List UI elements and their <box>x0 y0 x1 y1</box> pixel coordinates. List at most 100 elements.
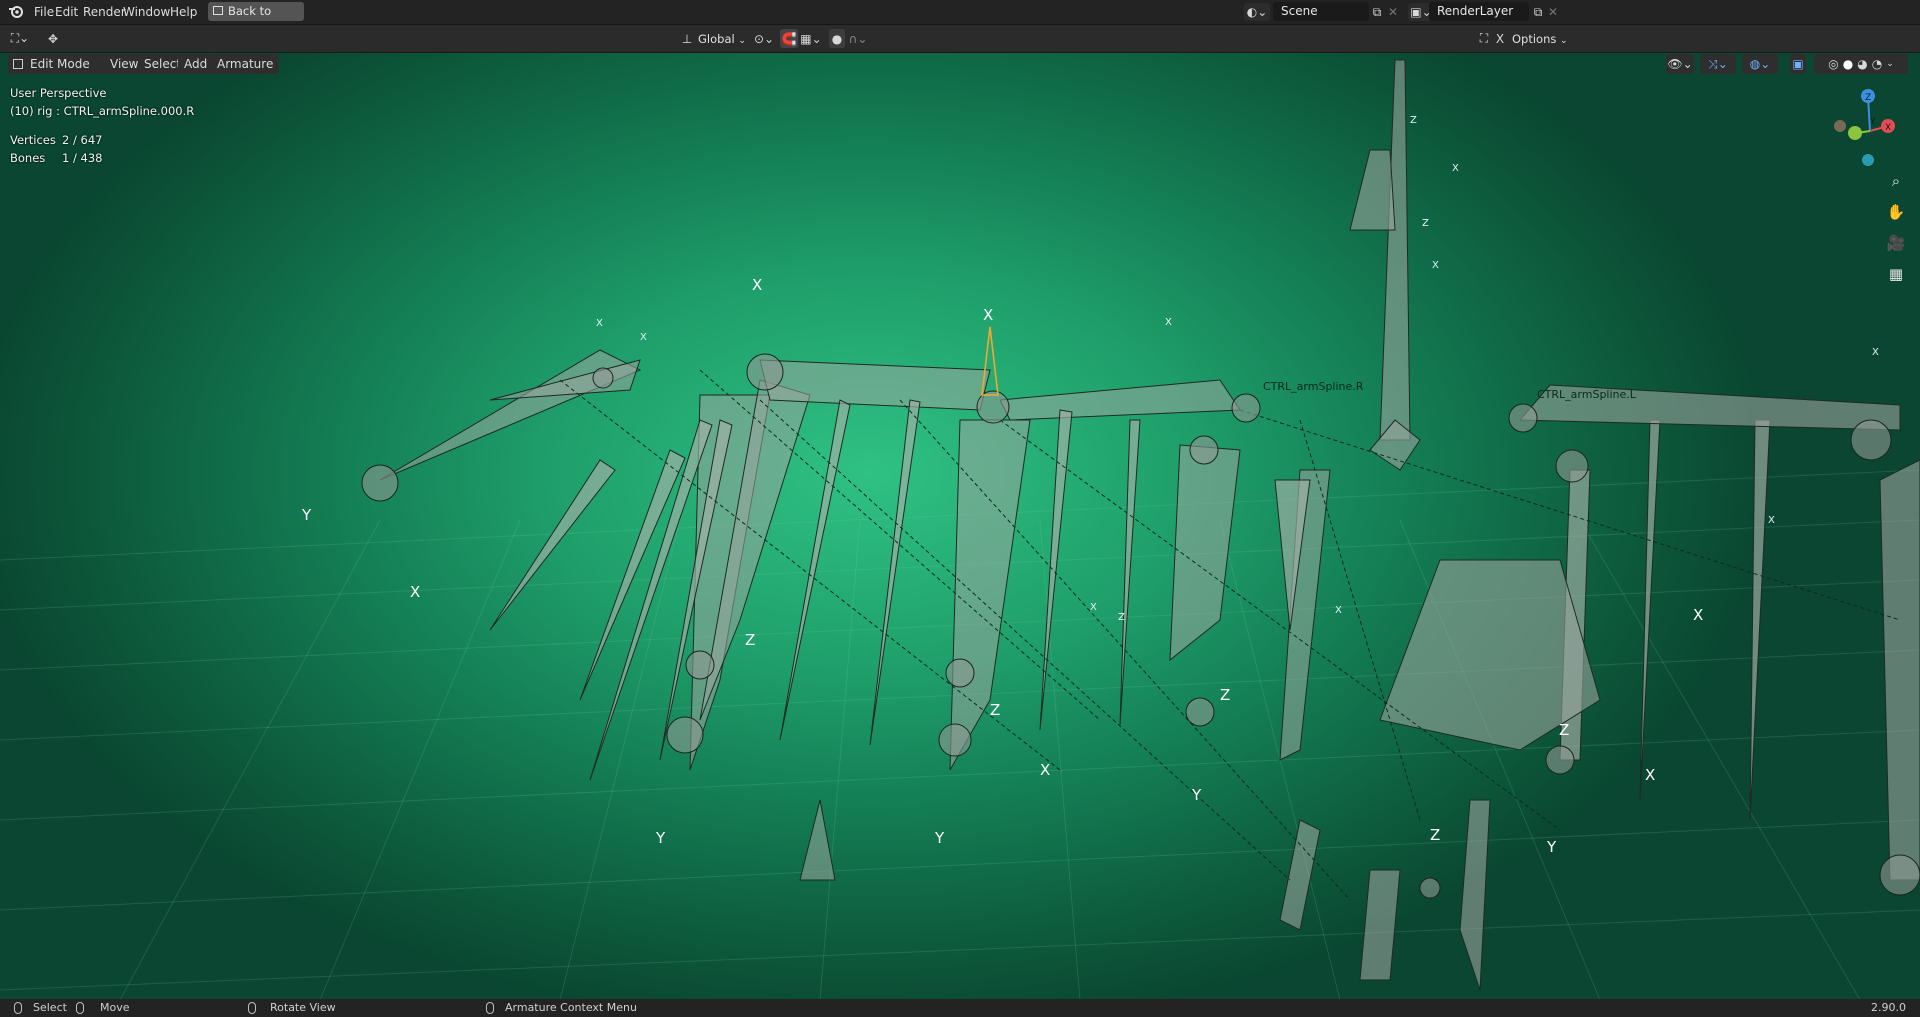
svg-text:Y: Y <box>655 829 666 847</box>
scene-close-icon[interactable]: ✕ <box>1386 3 1400 21</box>
armature-scene-canvas: YX XX YY YY ZZ ZZ XX XZ XXX ZXZ XXX XZX <box>0 59 1920 999</box>
menu-window[interactable]: Window <box>123 4 170 21</box>
snap-toggle-icon[interactable]: 🧲 <box>780 29 798 48</box>
screen-icon <box>213 6 223 15</box>
3d-viewport[interactable]: YX XX YY YY ZZ ZZ XX XZ XXX ZXZ XXX XZX … <box>0 53 1920 999</box>
mode-value: Edit Mode <box>30 57 90 71</box>
bone-name-label: CTRL_armSpline.L <box>1537 388 1636 401</box>
svg-text:Z: Z <box>1559 721 1569 739</box>
bone-joints <box>361 353 1920 899</box>
svg-text:X: X <box>1693 606 1703 624</box>
menu-edit[interactable]: Edit <box>55 4 78 21</box>
svg-text:X: X <box>1768 515 1775 526</box>
add-menu[interactable]: Add <box>178 54 214 74</box>
right-drag-mouse-icon <box>248 999 256 1017</box>
snap-target-icon[interactable]: ▦⌄ <box>798 29 824 48</box>
options-dropdown[interactable]: Options ⌄ <box>1512 30 1568 48</box>
back-to-previous-button[interactable]: Back to Previous <box>208 2 304 37</box>
svg-text:Y: Y <box>1546 838 1557 856</box>
middle-mouse-icon <box>76 999 84 1017</box>
ortho-grid-icon[interactable]: ▦ <box>1883 261 1909 287</box>
scene-duplicate-icon[interactable]: ⧉ <box>1369 3 1385 21</box>
svg-text:X: X <box>983 306 993 324</box>
material-shading-icon[interactable]: ◕ <box>1857 57 1867 71</box>
vertices-stat-value: 2 / 647 <box>62 133 103 147</box>
x-mirror-icon[interactable]: X <box>1493 29 1507 48</box>
svg-text:X: X <box>1165 317 1172 328</box>
gizmo-dropdown-icon[interactable]: ⤨⌄ <box>1700 54 1736 74</box>
transform-tool-icon[interactable]: ✥ <box>42 29 64 48</box>
options-label: Options <box>1512 32 1557 46</box>
menu-help[interactable]: Help <box>170 4 197 21</box>
left-mouse-icon <box>14 999 22 1017</box>
wireframe-shading-icon[interactable]: ◎ <box>1828 57 1838 71</box>
svg-text:X: X <box>1335 605 1342 616</box>
svg-text:X: X <box>1452 163 1459 174</box>
version-label: 2.90.0 <box>1871 1001 1906 1014</box>
svg-text:X: X <box>1872 347 1879 358</box>
mode-dropdown[interactable]: Edit Mode ⌄ <box>8 54 119 74</box>
axis-gizmo-icon: Z Y X <box>1834 89 1895 166</box>
menu-file[interactable]: File <box>34 4 54 21</box>
svg-text:Z: Z <box>1118 612 1125 623</box>
visibility-dropdown-icon[interactable]: 👁⌄ <box>1666 54 1694 74</box>
pan-hand-icon[interactable]: ✋ <box>1883 199 1909 225</box>
svg-text:X: X <box>410 583 420 601</box>
svg-text:X: X <box>752 276 762 294</box>
pivot-point-icon[interactable]: ⊙⌄ <box>752 29 776 48</box>
transform-orientation-value: Global <box>698 32 735 46</box>
svg-text:Z: Z <box>1865 93 1871 103</box>
edit-mode-icon <box>13 59 23 69</box>
bones-stat-label: Bones <box>10 151 46 165</box>
svg-text:Z: Z <box>990 701 1000 719</box>
camera-view-icon[interactable]: 🎥 <box>1883 230 1909 256</box>
proportional-falloff-icon[interactable]: ∩⌄ <box>846 29 870 48</box>
scene-name: Scene <box>1281 4 1318 18</box>
svg-text:Z: Z <box>1430 826 1440 844</box>
menu-render[interactable]: Render <box>83 4 126 21</box>
svg-text:Y: Y <box>934 829 945 847</box>
editor-type-button[interactable]: ⛶⌄ <box>6 29 34 48</box>
svg-text:X: X <box>1090 602 1097 613</box>
status-rotate-view: Rotate View <box>270 1001 336 1014</box>
scene-browse-button[interactable]: ◐⌄ <box>1244 3 1270 21</box>
active-object-label: (10) rig : CTRL_armSpline.000.R <box>10 104 195 118</box>
solid-shading-icon[interactable]: ● <box>1843 57 1853 71</box>
top-menu-bar: File Edit Render Window Help Back to Pre… <box>0 0 1920 37</box>
blender-logo-icon[interactable] <box>8 3 24 20</box>
svg-text:X: X <box>1645 766 1655 784</box>
chevron-down-icon: ⌄ <box>738 36 746 46</box>
svg-text:X: X <box>1040 761 1050 779</box>
svg-text:X: X <box>1432 260 1439 271</box>
navigation-gizmo[interactable]: Z Y X <box>1830 86 1910 166</box>
orientation-icon: ⊥ <box>681 31 693 46</box>
wing-bones-left <box>379 349 1331 881</box>
tool-settings-bar: ⛶⌄ ✥ ⊥ Global ⌄ ⊙⌄ 🧲 ▦⌄ ● ∩⌄ ⛶ X Options… <box>0 25 1920 53</box>
render-layer-name: RenderLayer <box>1437 4 1514 18</box>
svg-text:X: X <box>1885 123 1891 133</box>
svg-text:Y: Y <box>1191 786 1202 804</box>
viewport-perspective-label: User Perspective <box>10 86 107 100</box>
svg-text:Y: Y <box>301 506 312 524</box>
rendered-shading-icon[interactable]: ◔ <box>1872 57 1882 71</box>
svg-text:Y: Y <box>1869 117 1876 127</box>
render-layer-close-icon[interactable]: ✕ <box>1546 3 1560 21</box>
status-bar: Select Move Rotate View Armature Context… <box>0 999 1920 1017</box>
overlays-dropdown-icon[interactable]: ◍⌄ <box>1742 54 1778 74</box>
armature-menu[interactable]: Armature <box>211 54 280 74</box>
svg-text:X: X <box>640 332 647 343</box>
zoom-icon[interactable]: ⌕ <box>1883 168 1909 194</box>
xray-toggle-icon[interactable]: ▣ <box>1790 54 1806 74</box>
vertices-stat-label: Vertices <box>10 133 56 147</box>
render-layer-name-field[interactable]: RenderLayer <box>1429 2 1529 21</box>
transform-orientation-dropdown[interactable]: Global ⌄ <box>698 31 746 48</box>
render-layer-duplicate-icon[interactable]: ⧉ <box>1530 3 1546 21</box>
proportional-editing-icon[interactable]: ● <box>829 29 845 48</box>
editor-type-icon: ⛶⌄ <box>10 31 30 45</box>
scene-name-field[interactable]: Scene <box>1273 2 1369 21</box>
status-select: Select <box>33 1001 67 1014</box>
gizmo-toggle-icon[interactable]: ⛶ <box>1476 29 1492 48</box>
svg-text:Z: Z <box>1422 218 1429 229</box>
svg-text:Z: Z <box>745 631 755 649</box>
chevron-down-icon[interactable]: ⌄ <box>1886 59 1894 69</box>
